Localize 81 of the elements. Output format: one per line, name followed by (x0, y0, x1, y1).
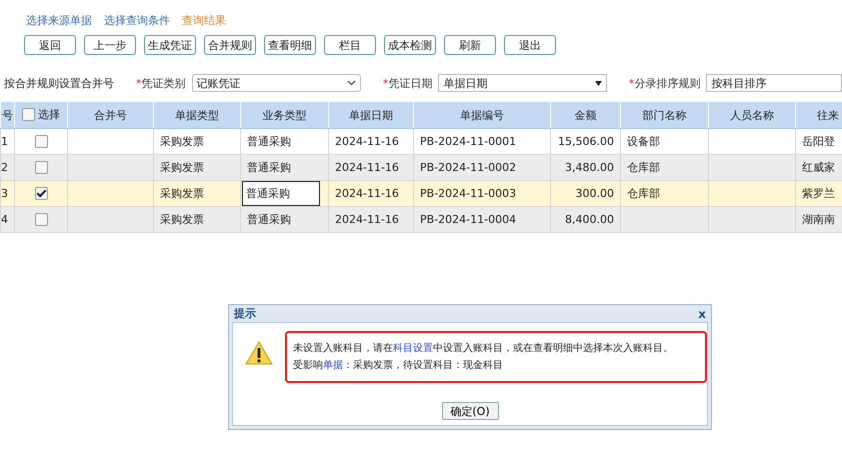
table-cell: 采购发票 (160, 187, 204, 200)
table-cell: PB-2024-11-0001 (420, 135, 516, 148)
table-cell: 8,400.00 (565, 213, 614, 226)
row-checkbox[interactable] (34, 213, 48, 226)
warning-icon (245, 341, 273, 365)
toolbar-button[interactable]: 查看明细 (264, 35, 316, 55)
toolbar-button[interactable]: 成本检测 (384, 35, 436, 55)
table-cell: 湖南南 (802, 213, 835, 226)
table-cell: 紫罗兰 (802, 187, 835, 200)
dropdown-field[interactable]: 记账凭证 (192, 74, 361, 92)
row-number: 3 (2, 187, 8, 200)
message-link[interactable]: 科目设置 (393, 343, 433, 354)
table-cell: 设备部 (627, 135, 660, 148)
column-header: 业务类型 (262, 108, 306, 122)
dialog-title: 提示 (234, 306, 256, 321)
toolbar-button[interactable]: 退出 (504, 35, 556, 55)
toolbar-button[interactable]: 生成凭证 (144, 35, 196, 55)
column-header: 单据类型 (175, 108, 219, 122)
toolbar-button[interactable]: 栏目 (324, 35, 376, 55)
step-link[interactable]: 选择查询条件 (104, 13, 170, 30)
table-cell: PB-2024-11-0004 (420, 213, 516, 226)
column-header: 单据编号 (460, 108, 504, 122)
table-cell: 2024-11-16 (335, 187, 399, 200)
table-cell: 仓库部 (627, 187, 660, 200)
column-header: 合并号 (94, 108, 127, 122)
toolbar-button[interactable]: 上一步 (84, 35, 136, 55)
table-cell: 采购发票 (160, 213, 204, 226)
row-checkbox[interactable] (34, 135, 48, 148)
column-header: 选择 (38, 106, 60, 122)
column-header: 金额 (574, 108, 596, 122)
table-cell: 岳阳登 (802, 135, 835, 148)
table-cell: 2024-11-16 (335, 161, 399, 174)
table-cell: 采购发票 (160, 161, 204, 174)
close-button[interactable]: x (698, 306, 706, 320)
table-row[interactable]: 2 采购发票 普通采购 2024-11-16 PB-2024-11-0002 3,480.00 仓库部 红威家 (0, 154, 842, 180)
column-header: 往来 (817, 108, 839, 122)
toolbar-button[interactable]: 刷新 (444, 35, 496, 55)
table-cell: 2024-11-16 (335, 135, 399, 148)
table-cell: PB-2024-11-0003 (420, 187, 516, 200)
required-mark: * (382, 76, 388, 90)
table-cell: 3,480.00 (565, 161, 614, 174)
cell-editor[interactable]: 普通采购 (242, 182, 320, 206)
table-cell: 2024-11-16 (335, 213, 399, 226)
table-cell: 300.00 (576, 187, 614, 200)
required-mark: * (628, 76, 634, 90)
chevron-down-icon (346, 80, 356, 86)
table-row[interactable]: 3 采购发票 普通采购 2024-11-16 PB-2024-11-0003 300.00 仓库部 紫罗兰 (0, 180, 842, 206)
dropdown-field[interactable]: 单据日期 (438, 74, 607, 92)
row-number: 1 (2, 135, 8, 148)
row-number: 2 (2, 161, 8, 174)
row-checkbox[interactable] (34, 187, 48, 200)
step-link[interactable]: 选择来源单据 (26, 13, 92, 30)
column-header: 单据日期 (349, 108, 393, 122)
row-number: 4 (2, 213, 8, 226)
table-cell: 采购发票 (160, 135, 204, 148)
table-row[interactable]: 4 采购发票 普通采购 2024-11-16 PB-2024-11-0004 8,400.00 湖南南 (0, 206, 842, 232)
table-cell: 红威家 (802, 161, 835, 174)
select-all-checkbox[interactable] (22, 108, 35, 120)
column-header: 人员名称 (730, 108, 774, 122)
row-checkbox[interactable] (34, 161, 48, 174)
merge-rule-label: 按合并规则设置合并号 (4, 76, 114, 90)
table-cell: 15,506.00 (558, 135, 614, 148)
field-label: 分录排序规则 (634, 76, 700, 90)
required-mark: * (136, 76, 142, 90)
caret-icon (594, 80, 602, 86)
ok-button[interactable]: 确定(O) (442, 402, 498, 420)
dialog-message: 受影响单据：采购发票，待设置科目：现金科目 (293, 358, 503, 373)
toolbar-button[interactable]: 合并规则 (204, 35, 256, 55)
dialog-message: 未设置入账科目，请在科目设置中设置入账科目，或在查看明细中选择本次入账科目。 (293, 342, 673, 356)
field-label: 凭证类别 (142, 76, 186, 90)
field-label: 凭证日期 (388, 76, 432, 90)
table-cell: 普通采购 (247, 135, 291, 148)
table-cell: 仓库部 (627, 161, 660, 174)
table-cell: 普通采购 (247, 213, 291, 226)
input-field[interactable]: 按科目排序 (706, 74, 842, 92)
message-link[interactable]: 单据 (323, 360, 343, 371)
table-cell: PB-2024-11-0002 (420, 161, 516, 174)
table-cell: 普通采购 (247, 161, 291, 174)
column-header: 部门名称 (642, 108, 686, 122)
column-header: 号 (2, 108, 13, 122)
toolbar-button[interactable]: 返回 (24, 35, 76, 55)
